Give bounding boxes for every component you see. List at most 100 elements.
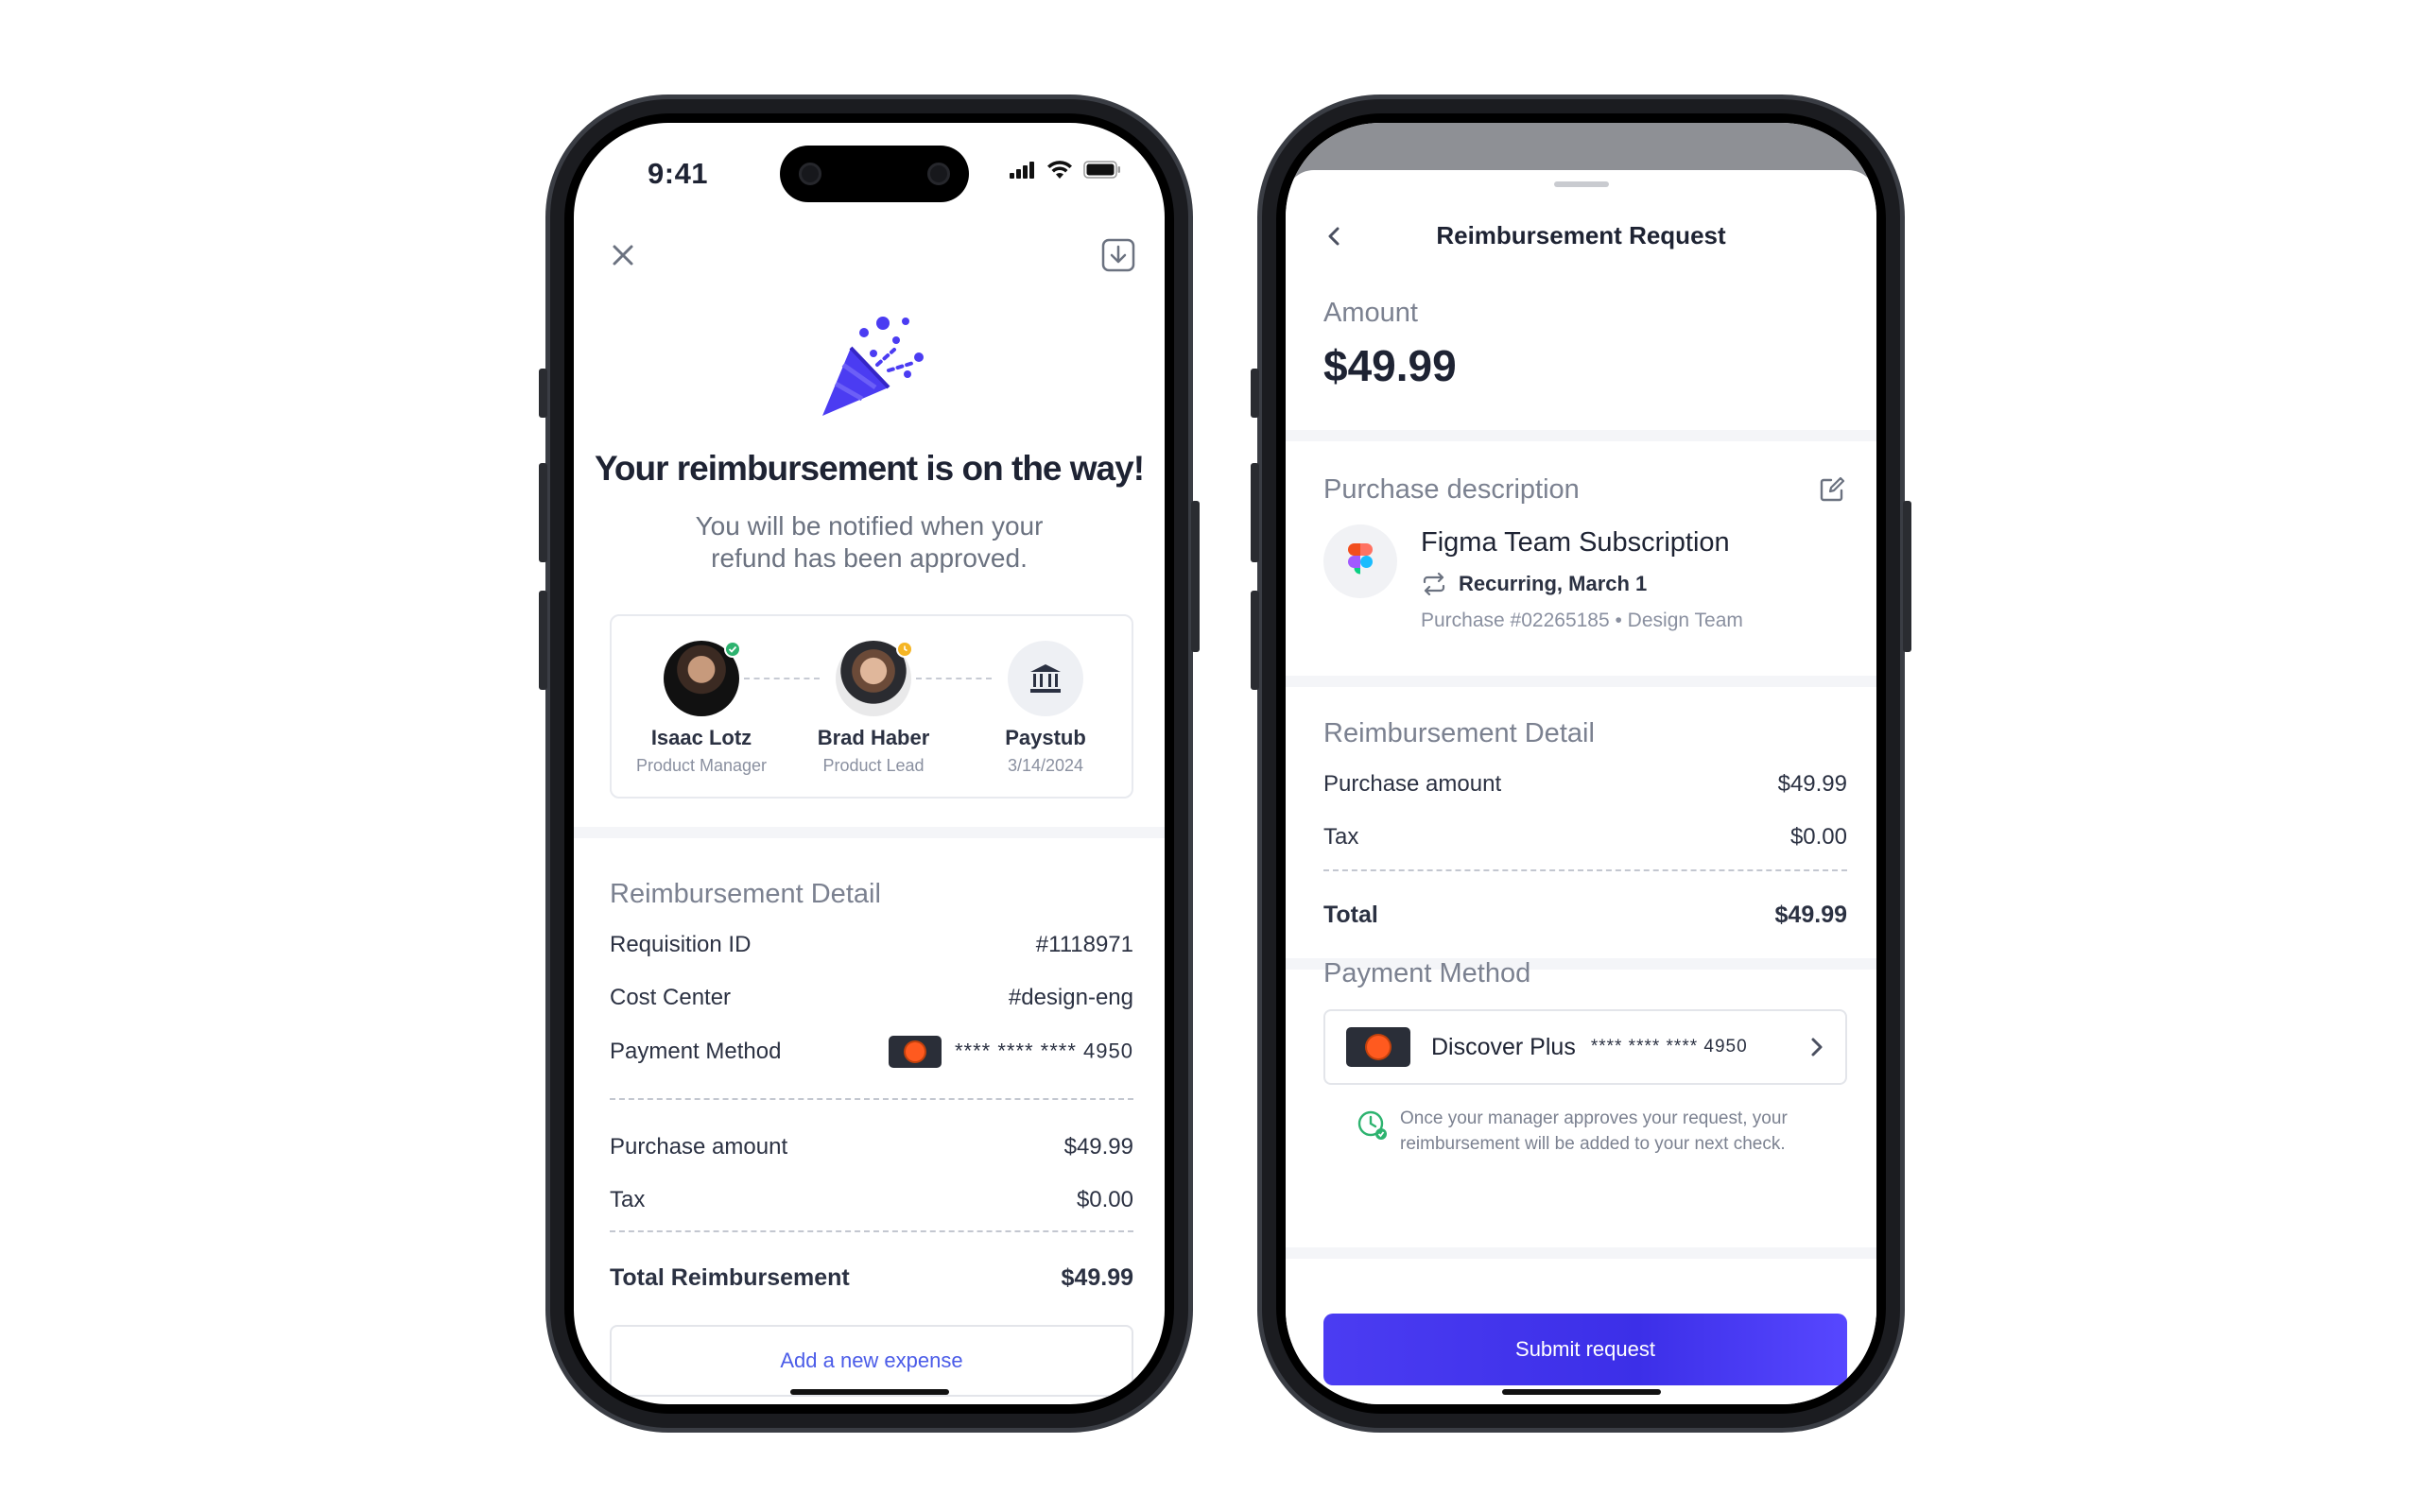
wifi-icon <box>1047 161 1072 179</box>
request-screen: Reimbursement Request Amount $49.99 Purc… <box>1286 123 1876 1404</box>
volume-down-button <box>539 591 547 690</box>
section-divider <box>1286 1247 1876 1259</box>
battery-icon <box>1083 161 1120 179</box>
home-indicator <box>1501 1389 1661 1395</box>
requisition-label: Requisition ID <box>610 932 752 957</box>
approver-brad: Brad Haber Product Lead <box>793 641 954 776</box>
approver-role: Product Manager <box>635 756 768 775</box>
add-expense-button[interactable]: Add a new expense <box>610 1325 1133 1397</box>
sheet-grabber[interactable] <box>1553 181 1609 187</box>
power-button <box>1903 501 1911 652</box>
tax-label: Tax <box>610 1187 646 1212</box>
payment-method-label: Payment Method <box>610 1039 782 1064</box>
total-value: $49.99 <box>1061 1264 1133 1291</box>
confirmation-screen: 9:41 Your reimbursement is on the way! Y… <box>574 123 1165 1404</box>
approval-note: Once your manager approves your request,… <box>1357 1106 1829 1157</box>
card-name: Discover Plus <box>1431 1033 1576 1060</box>
section-divider <box>1286 430 1876 441</box>
card-masked-number: **** **** **** 4950 <box>1590 1037 1748 1057</box>
phone-frame-confirmation: 9:41 Your reimbursement is on the way! Y… <box>539 94 1200 1433</box>
clock-check-icon <box>1357 1110 1387 1140</box>
recurring-info: Recurring, March 1 <box>1421 572 1647 596</box>
status-bar: 9:41 <box>574 123 1165 217</box>
dashed-divider <box>610 1098 1133 1100</box>
total-label: Total Reimbursement <box>610 1264 850 1291</box>
requisition-value: #1118971 <box>1035 932 1133 957</box>
volume-up-button <box>1251 463 1259 562</box>
payment-method-value: **** **** **** 4950 <box>888 1036 1133 1068</box>
volume-down-button <box>1251 591 1259 690</box>
mute-switch <box>1251 369 1259 418</box>
party-popper-icon <box>815 312 928 421</box>
approver-name: Brad Haber <box>817 726 930 749</box>
purchase-amount-label: Purchase amount <box>610 1134 788 1160</box>
card-masked-number: **** **** **** 4950 <box>954 1039 1133 1063</box>
pending-clock-icon <box>896 641 913 658</box>
purchase-amount-value: $49.99 <box>1063 1134 1133 1160</box>
approver-name: Paystub <box>1005 726 1086 749</box>
payment-method-heading: Payment Method <box>1323 958 1531 988</box>
success-title: Your reimbursement is on the way! <box>594 449 1145 488</box>
tax-value: $0.00 <box>1076 1187 1133 1212</box>
recurring-text: Recurring, March 1 <box>1459 572 1648 595</box>
amount-value: $49.99 <box>1323 341 1457 390</box>
purchase-amount-row: Purchase amount $49.99 <box>610 1134 1133 1160</box>
approved-check-icon <box>724 641 741 658</box>
card-icon <box>888 1036 942 1068</box>
approver-paystub: Paystub 3/14/2024 <box>965 641 1126 776</box>
approver-name: Isaac Lotz <box>650 726 752 749</box>
submit-request-button[interactable]: Submit request <box>1323 1314 1847 1385</box>
section-divider <box>1286 676 1876 687</box>
avatar <box>664 641 741 716</box>
avatar <box>836 641 913 716</box>
approval-note-text: Once your manager approves your request,… <box>1400 1108 1788 1154</box>
status-time: 9:41 <box>648 157 709 190</box>
purchase-amount-value: $49.99 <box>1777 771 1847 797</box>
download-icon[interactable] <box>1099 236 1137 274</box>
tax-label: Tax <box>1323 824 1359 850</box>
dashed-divider <box>1323 869 1847 871</box>
approver-role: Product Lead <box>822 756 925 775</box>
amount-label: Amount <box>1323 298 1418 328</box>
card-icon <box>1346 1027 1410 1067</box>
signal-icon <box>1010 161 1034 179</box>
edit-icon[interactable] <box>1815 472 1849 507</box>
dashed-divider <box>610 1230 1133 1232</box>
approver-isaac: Isaac Lotz Product Manager <box>621 641 782 776</box>
tax-row: Tax $0.00 <box>610 1187 1133 1213</box>
detail-heading: Reimbursement Detail <box>610 879 881 909</box>
purchase-amount-label: Purchase amount <box>1323 771 1502 797</box>
paystub-date: 3/14/2024 <box>1007 756 1084 775</box>
home-indicator <box>789 1389 949 1395</box>
approval-timeline: Isaac Lotz Product Manager Brad Haber Pr… <box>610 614 1133 799</box>
section-divider <box>574 827 1165 838</box>
chevron-right-icon <box>1811 1038 1823 1057</box>
payment-method-selector[interactable]: Discover Plus **** **** **** 4950 <box>1323 1009 1847 1085</box>
purchase-meta: Purchase #02265185 • Design Team <box>1421 610 1743 631</box>
volume-up-button <box>539 463 547 562</box>
tax-value: $0.00 <box>1789 824 1847 850</box>
merchant-name: Figma Team Subscription <box>1421 527 1730 558</box>
success-subtitle: You will be notified when your refund ha… <box>695 511 1044 573</box>
bank-icon <box>1008 641 1083 716</box>
payment-method-row: Payment Method **** **** **** 4950 <box>610 1036 1133 1068</box>
total-value: $49.99 <box>1774 902 1847 928</box>
dynamic-island <box>780 146 969 202</box>
total-label: Total <box>1323 902 1378 928</box>
repeat-icon <box>1423 573 1445 595</box>
detail-heading: Reimbursement Detail <box>1323 718 1595 748</box>
close-icon[interactable] <box>606 238 640 272</box>
tax-row: Tax $0.00 <box>1323 824 1847 850</box>
cost-center-label: Cost Center <box>610 985 732 1010</box>
figma-logo-icon <box>1323 524 1397 598</box>
purchase-amount-row: Purchase amount $49.99 <box>1323 771 1847 798</box>
cost-center-row: Cost Center #design-eng <box>610 985 1133 1011</box>
total-row: Total Reimbursement $49.99 <box>610 1264 1133 1292</box>
page-title: Reimbursement Request <box>1436 221 1726 249</box>
phone-frame-request: Reimbursement Request Amount $49.99 Purc… <box>1251 94 1911 1433</box>
total-row: Total $49.99 <box>1323 902 1847 929</box>
requisition-row: Requisition ID #1118971 <box>610 932 1133 958</box>
status-icons <box>1010 161 1121 179</box>
mute-switch <box>539 369 547 418</box>
purchase-heading: Purchase description <box>1323 474 1580 505</box>
